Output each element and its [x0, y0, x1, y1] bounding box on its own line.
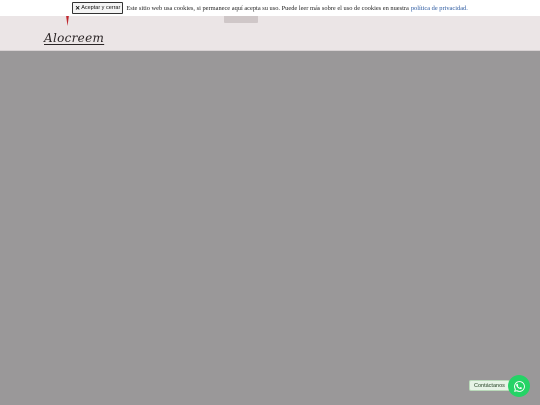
whatsapp-icon	[513, 380, 525, 392]
page: Alocreem ✕ Aceptar y cerrar Este sitio w…	[0, 0, 540, 405]
main-content-overlay	[0, 51, 540, 405]
privacy-policy-link[interactable]: política de privacidad.	[411, 5, 468, 12]
header-widget	[224, 15, 258, 23]
cookie-banner: ✕ Aceptar y cerrar Este sitio web usa co…	[0, 0, 540, 16]
cookie-message: Este sitio web usa cookies, si permanece…	[126, 4, 409, 12]
contact-label[interactable]: Contáctanos	[469, 380, 510, 391]
accept-cookies-label: Aceptar y cerrar	[81, 5, 121, 11]
whatsapp-button[interactable]	[508, 375, 530, 397]
site-logo[interactable]: Alocreem	[44, 31, 104, 45]
accept-cookies-button[interactable]: ✕ Aceptar y cerrar	[72, 2, 124, 14]
contact-label-text: Contáctanos	[474, 382, 505, 389]
close-icon: ✕	[75, 5, 81, 12]
